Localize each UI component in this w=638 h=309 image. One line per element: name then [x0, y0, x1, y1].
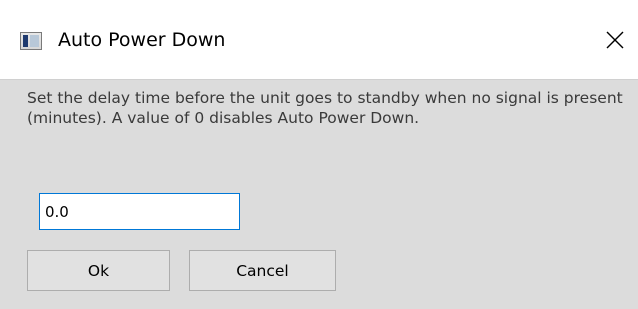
app-icon-right-pane [30, 35, 39, 47]
auto-power-down-dialog: Auto Power Down Set the delay time befor… [0, 0, 638, 309]
title-bar[interactable]: Auto Power Down [0, 0, 638, 80]
close-icon [606, 31, 624, 49]
close-button[interactable] [592, 22, 638, 58]
app-window-icon [20, 32, 42, 50]
app-icon-left-pane [23, 35, 28, 47]
delay-time-input[interactable] [39, 193, 240, 230]
cancel-button[interactable]: Cancel [189, 250, 336, 291]
description-text: Set the delay time before the unit goes … [27, 89, 623, 127]
window-title: Auto Power Down [58, 29, 226, 51]
ok-button[interactable]: Ok [27, 250, 170, 291]
dialog-content: Set the delay time before the unit goes … [0, 80, 638, 309]
